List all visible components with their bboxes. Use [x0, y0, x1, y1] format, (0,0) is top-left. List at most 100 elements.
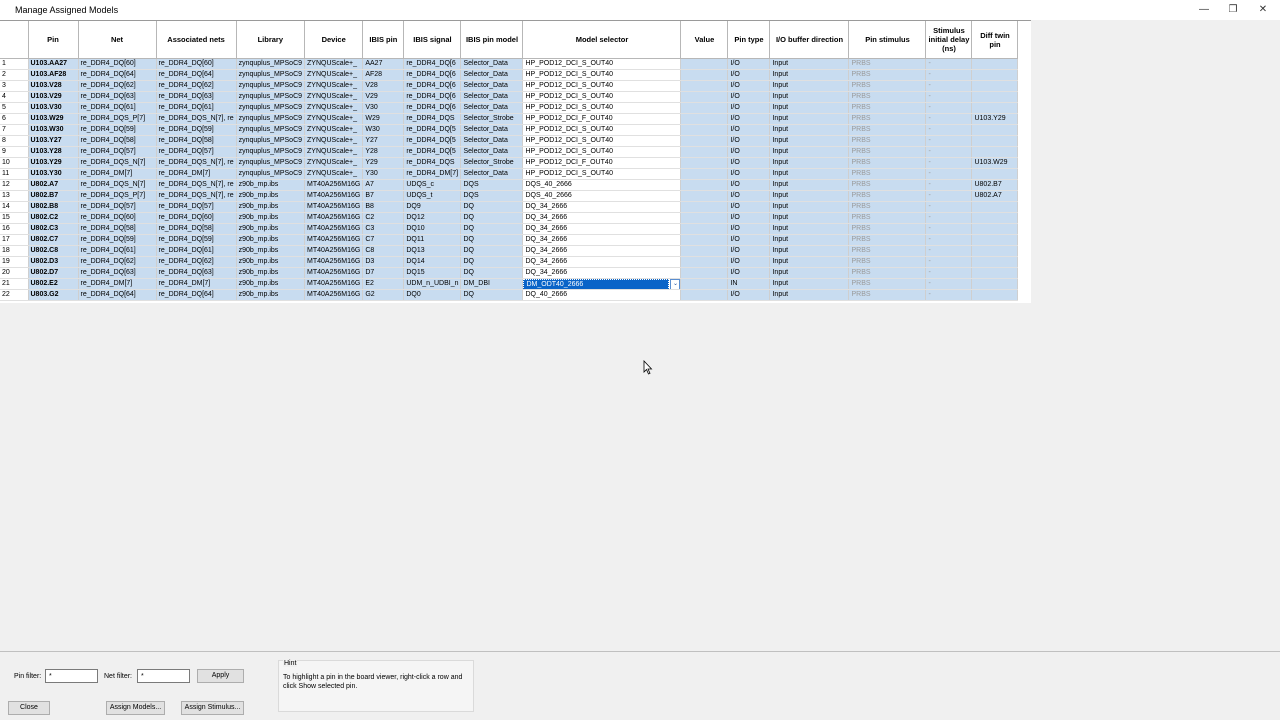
table-row[interactable]: 22 U803.G2 re_DDR4_DQ[64] re_DDR4_DQ[64] z90…	[0, 289, 1019, 301]
table-row[interactable]: 18 U802.C8 re_DDR4_DQ[61] re_DDR4_DQ[61] z90…	[0, 245, 1019, 257]
table-row[interactable]: 12 U802.A7 re_DDR4_DQS_N[7] re_DDR4_DQS_N[7…	[0, 179, 1019, 191]
model-selector-cell[interactable]: HP_POD12_DCI_S_OUT40	[522, 146, 682, 158]
table-row[interactable]: 13 U802.B7 re_DDR4_DQS_P[7] re_DDR4_DQS_N[7…	[0, 190, 1019, 202]
net-cell: re_DDR4_DQ[57]	[78, 146, 157, 158]
associated-nets-cell: re_DDR4_DQ[63]	[156, 267, 237, 279]
stimulus-delay-cell: -	[925, 190, 973, 202]
column-header[interactable]: Model selector	[522, 21, 682, 59]
model-selector-cell[interactable]: DQ_34_2666	[522, 212, 682, 224]
column-header[interactable]: IBIS pin	[362, 21, 405, 59]
column-header[interactable]: Pin	[28, 21, 79, 59]
column-header[interactable]: IBIS pin model	[460, 21, 524, 59]
table-row[interactable]: 7 U103.W30 re_DDR4_DQ[59] re_DDR4_DQ[59] zyn…	[0, 124, 1019, 136]
column-header[interactable]: Associated nets	[156, 21, 237, 59]
apply-button[interactable]: Apply	[197, 669, 244, 683]
model-selector-cell[interactable]: HP_POD12_DCI_F_OUT40	[522, 113, 682, 125]
io-direction-cell: Input	[769, 179, 850, 191]
model-selector-cell[interactable]: HP_POD12_DCI_S_OUT40	[522, 91, 682, 103]
stimulus-delay-cell: -	[925, 289, 973, 301]
net-filter-input[interactable]	[137, 669, 190, 683]
table-row[interactable]: 1 U103.AA27 re_DDR4_DQ[60] re_DDR4_DQ[60] zy…	[0, 58, 1019, 70]
model-selector-cell[interactable]: DQ_34_2666	[522, 223, 682, 235]
model-selector-cell[interactable]: HP_POD12_DCI_S_OUT40	[522, 102, 682, 114]
model-selector-cell[interactable]: DQ_34_2666	[522, 245, 682, 257]
net-cell: re_DDR4_DQ[57]	[78, 201, 157, 213]
column-header[interactable]: I/O buffer direction	[769, 21, 850, 59]
model-selector-cell[interactable]: DQ_40_2666	[522, 289, 682, 301]
model-selector-cell[interactable]: HP_POD12_DCI_S_OUT40	[522, 69, 682, 81]
table-row[interactable]: 15 U802.C2 re_DDR4_DQ[60] re_DDR4_DQ[60] z90…	[0, 212, 1019, 224]
io-direction-cell: Input	[769, 289, 850, 301]
model-selector-cell[interactable]: DQS_40_2666	[522, 179, 682, 191]
model-selector-cell[interactable]: DQS_40_2666	[522, 190, 682, 202]
model-selector-cell[interactable]: DQ_34_2666	[522, 201, 682, 213]
model-selector-cell[interactable]: DQ_34_2666	[522, 267, 682, 279]
column-header[interactable]: Pin stimulus	[848, 21, 927, 59]
table-row[interactable]: 11 U103.Y30 re_DDR4_DM[7] re_DDR4_DM[7] zynq…	[0, 168, 1019, 180]
model-selector-cell[interactable]: HP_POD12_DCI_S_OUT40	[522, 124, 682, 136]
close-button[interactable]: Close	[8, 701, 50, 715]
model-selector-cell[interactable]: HP_POD12_DCI_S_OUT40	[522, 135, 682, 147]
close-icon[interactable]: ✕	[1252, 2, 1274, 17]
table-row[interactable]: 2 U103.AF28 re_DDR4_DQ[64] re_DDR4_DQ[64] zy…	[0, 69, 1019, 81]
table-row[interactable]: 17 U802.C7 re_DDR4_DQ[59] re_DDR4_DQ[59] z90…	[0, 234, 1019, 246]
restore-icon[interactable]: ❐	[1222, 2, 1244, 17]
column-header[interactable]: Net	[78, 21, 157, 59]
ibis-pin-model-cell: DQ	[460, 234, 524, 246]
model-selector-cell[interactable]: DQ_34_2666	[522, 234, 682, 246]
table-row[interactable]: 19 U802.D3 re_DDR4_DQ[62] re_DDR4_DQ[62] z90…	[0, 256, 1019, 268]
model-selector-cell[interactable]: HP_POD12_DCI_S_OUT40	[522, 168, 682, 180]
value-cell	[680, 80, 729, 92]
pin-cell: U103.V28	[28, 80, 79, 92]
table-row[interactable]: 21 U802.E2 re_DDR4_DM[7] re_DDR4_DM[7] z90b_…	[0, 278, 1019, 290]
table-row[interactable]: 4 U103.V29 re_DDR4_DQ[63] re_DDR4_DQ[63] zyn…	[0, 91, 1019, 103]
library-cell: zynquplus_MPSoC9	[236, 58, 306, 70]
row-number: 3	[0, 80, 29, 92]
model-selector-value[interactable]: DM_ODT40_2666	[523, 278, 670, 289]
assign-models-button[interactable]: Assign Models...	[106, 701, 165, 715]
assign-stimulus-button[interactable]: Assign Stimulus...	[181, 701, 244, 715]
io-direction-cell: Input	[769, 58, 850, 70]
ibis-pin-model-cell: DQ	[460, 245, 524, 257]
stimulus-delay-cell: -	[925, 146, 973, 158]
minimize-icon[interactable]: —	[1193, 2, 1215, 17]
net-cell: re_DDR4_DQ[58]	[78, 135, 157, 147]
table-row[interactable]: 8 U103.Y27 re_DDR4_DQ[58] re_DDR4_DQ[58] zyn…	[0, 135, 1019, 147]
ibis-pin-cell: V28	[362, 80, 405, 92]
stimulus-delay-cell: -	[925, 135, 973, 147]
assigned-models-grid[interactable]: Pin Net Associated nets Library Device IBIS p…	[0, 20, 1031, 303]
model-selector-cell[interactable]: HP_POD12_DCI_F_OUT40	[522, 157, 682, 169]
pin-cell: U802.E2	[28, 278, 79, 290]
column-header[interactable]: Diff twin pin	[971, 21, 1019, 59]
ibis-pin-cell: W29	[362, 113, 405, 125]
table-row[interactable]: 20 U802.D7 re_DDR4_DQ[63] re_DDR4_DQ[63] z90…	[0, 267, 1019, 279]
table-row[interactable]: 10 U103.Y29 re_DDR4_DQS_N[7] re_DDR4_DQS_N[…	[0, 157, 1019, 169]
pin-filter-input[interactable]	[45, 669, 98, 683]
table-row[interactable]: 16 U802.C3 re_DDR4_DQ[58] re_DDR4_DQ[58] z90…	[0, 223, 1019, 235]
model-selector-cell[interactable]: DM_ODT40_2666 ⌄	[522, 278, 682, 290]
pin-stimulus-cell: PRBS	[848, 102, 927, 114]
chevron-down-icon[interactable]: ⌄	[670, 278, 680, 289]
table-row[interactable]: 3 U103.V28 re_DDR4_DQ[62] re_DDR4_DQ[62] zyn…	[0, 80, 1019, 92]
ibis-signal-cell: DQ0	[403, 289, 462, 301]
column-header[interactable]: Device	[304, 21, 364, 59]
table-row[interactable]: 6 U103.W29 re_DDR4_DQS_P[7] re_DDR4_DQS_N[7…	[0, 113, 1019, 125]
column-header[interactable]	[0, 21, 29, 59]
model-selector-cell[interactable]: DQ_34_2666	[522, 256, 682, 268]
column-header[interactable]: IBIS signal	[403, 21, 462, 59]
table-row[interactable]: 14 U802.B8 re_DDR4_DQ[57] re_DDR4_DQ[57] z90…	[0, 201, 1019, 213]
column-header[interactable]: Value	[680, 21, 729, 59]
title-bar: Manage Assigned Models — ❐ ✕	[0, 0, 1280, 20]
hint-box: Hint To highlight a pin in the board vie…	[278, 660, 474, 712]
table-row[interactable]: 9 U103.Y28 re_DDR4_DQ[57] re_DDR4_DQ[57] zyn…	[0, 146, 1019, 158]
column-header[interactable]: Pin type	[727, 21, 771, 59]
diff-twin-pin-cell: U802.A7	[971, 190, 1019, 202]
model-selector-dropdown[interactable]: DM_ODT40_2666 ⌄	[523, 278, 680, 289]
net-cell: re_DDR4_DQS_N[7]	[78, 179, 157, 191]
model-selector-cell[interactable]: HP_POD12_DCI_S_OUT40	[522, 80, 682, 92]
model-selector-cell[interactable]: HP_POD12_DCI_S_OUT40	[522, 58, 682, 70]
column-header[interactable]: Library	[236, 21, 306, 59]
pin-stimulus-cell: PRBS	[848, 124, 927, 136]
table-row[interactable]: 5 U103.V30 re_DDR4_DQ[61] re_DDR4_DQ[61] zyn…	[0, 102, 1019, 114]
column-header[interactable]: Stimulus initial delay (ns)	[925, 21, 973, 59]
